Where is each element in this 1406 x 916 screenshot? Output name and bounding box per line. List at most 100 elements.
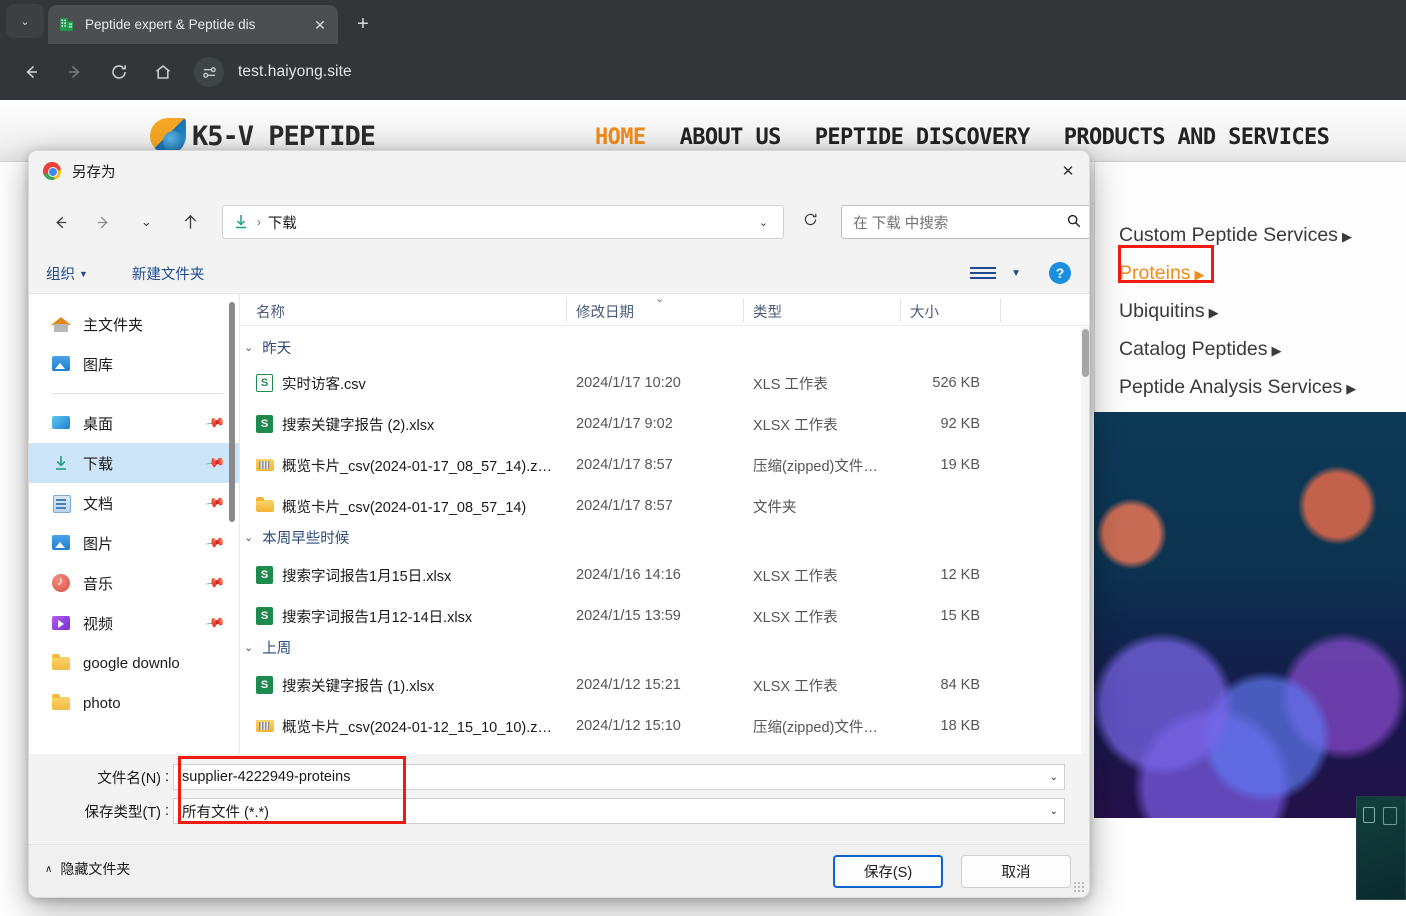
dropdown-item-custom-peptide-services[interactable]: Custom Peptide Services ▶ [1119, 224, 1352, 247]
caret-right-icon: ▶ [1208, 305, 1219, 320]
column-divider[interactable] [566, 298, 567, 322]
dropdown-item-peptide-analysis-services[interactable]: Peptide Analysis Services ▶ [1119, 376, 1356, 399]
column-divider[interactable] [900, 298, 901, 322]
nav-item-about-us[interactable]: ABOUT US [680, 125, 782, 150]
new-folder-button[interactable]: 新建文件夹 [132, 263, 205, 284]
new-tab-button[interactable]: + [348, 9, 378, 39]
recent-locations-button[interactable]: ⌄ [132, 207, 161, 237]
address-bar[interactable]: › 下载 ⌄ [221, 205, 785, 239]
column-header-name[interactable]: 名称 [256, 301, 285, 322]
sidebar-item-music[interactable]: 音乐 📌 [29, 563, 239, 603]
navigation-pane: 主文件夹 图库 桌面 📌 下载 📌 文档 📌 图片 📌 ♪ 音乐 📌 视频 📌 … [29, 294, 239, 755]
sidebar-item-desktop[interactable]: 桌面 📌 [29, 403, 239, 443]
sidebar-item-documents[interactable]: 文档 📌 [29, 483, 239, 523]
breadcrumb-path[interactable]: 下载 [268, 212, 750, 233]
hide-folders-button[interactable]: ∧ 隐藏文件夹 [45, 859, 130, 879]
filetype-row: 保存类型(T) : 所有文件 (*.*) ⌄ [29, 798, 1065, 824]
home-button[interactable] [146, 55, 180, 89]
xls-icon: S [256, 374, 274, 392]
dropdown-label: Catalog Peptides [1119, 338, 1268, 360]
file-list-scrollbar[interactable] [1081, 327, 1089, 755]
filename-input[interactable]: supplier-4222949-proteins ⌄ [173, 764, 1065, 790]
table-row[interactable]: S 搜索字词报告1月15日.xlsx 2024/1/16 14:16 XLSX … [240, 558, 1089, 592]
sidebar-item-pictures[interactable]: 图片 📌 [29, 523, 239, 563]
up-one-level-button[interactable] [176, 207, 205, 237]
tab-title: Peptide expert & Peptide dis [85, 17, 256, 32]
forward-button[interactable] [58, 55, 92, 89]
chevron-down-icon: ⌄ [20, 15, 30, 28]
file-type: XLSX 工作表 [753, 417, 838, 434]
tab-search-button[interactable]: ⌄ [6, 4, 44, 38]
sidebar-item-downloads[interactable]: 下载 📌 [29, 443, 239, 483]
column-divider[interactable] [1000, 298, 1001, 322]
filetype-select[interactable]: 所有文件 (*.*) ⌄ [173, 798, 1065, 824]
sidebar-item-videos[interactable]: 视频 📌 [29, 603, 239, 643]
reload-button[interactable] [102, 55, 136, 89]
cancel-button[interactable]: 取消 [961, 855, 1071, 888]
chevron-down-icon[interactable]: ⌄ [1042, 806, 1058, 817]
close-icon[interactable]: ✕ [310, 15, 330, 35]
column-header-size[interactable]: 大小 [910, 301, 939, 322]
table-row[interactable]: S 搜索关键字报告 (2).xlsx 2024/1/17 9:02 XLSX 工… [240, 407, 1089, 441]
browser-tab[interactable]: Peptide expert & Peptide dis ✕ [48, 5, 338, 44]
file-group-header[interactable]: ⌄ 昨天 [244, 334, 291, 360]
file-type: XLS 工作表 [753, 376, 828, 393]
table-row[interactable]: 概览卡片_csv(2024-01-12_15_10_10).z… 2024/1/… [240, 709, 1089, 743]
column-header-type[interactable]: 类型 [753, 301, 782, 322]
back-button[interactable] [14, 55, 48, 89]
table-row[interactable]: S 搜索关键字报告 (1).xlsx 2024/1/12 15:21 XLSX … [240, 668, 1089, 702]
organize-button[interactable]: 组织 ▼ [46, 263, 88, 284]
hero-thumbnail[interactable] [1356, 796, 1406, 900]
sidebar-item-home-folder[interactable]: 主文件夹 [29, 304, 239, 344]
file-group-header[interactable]: ⌄ 本周早些时候 [244, 524, 349, 550]
dialog-body: 主文件夹 图库 桌面 📌 下载 📌 文档 📌 图片 📌 ♪ 音乐 📌 视频 📌 … [29, 293, 1089, 755]
dropdown-item-proteins[interactable]: Proteins ▶ [1119, 262, 1205, 285]
chevron-down-icon[interactable]: ▼ [1011, 268, 1021, 279]
sidebar-item-label: 主文件夹 [83, 316, 144, 334]
save-button[interactable]: 保存(S) [833, 855, 943, 888]
chevron-down-icon[interactable]: ⌄ [1042, 772, 1058, 783]
dialog-back-button[interactable] [46, 207, 75, 237]
music-icon [51, 573, 71, 593]
resize-grip[interactable] [1073, 881, 1085, 893]
close-icon[interactable]: ✕ [1045, 151, 1089, 191]
label-colon: : [164, 769, 170, 785]
sidebar-scrollbar-thumb[interactable] [229, 302, 235, 522]
table-row[interactable]: 概览卡片_csv(2024-01-17_08_57_14).z… 2024/1/… [240, 448, 1089, 482]
sidebar-item-gallery[interactable]: 图库 [29, 344, 239, 384]
tab-strip: ⌄ Peptide expert & Peptide dis ✕ + [0, 0, 1406, 44]
chevron-down-icon[interactable]: ⌄ [750, 216, 777, 229]
table-row[interactable]: S 搜索字词报告1月12-14日.xlsx 2024/1/15 13:59 XL… [240, 599, 1089, 633]
sidebar-item-photo[interactable]: photo [29, 683, 239, 723]
dialog-title: 另存为 [72, 164, 116, 181]
column-headers: 名称 修改日期 ⌄ 类型 大小 [240, 293, 1089, 326]
dialog-forward-button[interactable] [89, 207, 118, 237]
nav-item-home[interactable]: HOME [595, 125, 646, 150]
site-settings-icon[interactable] [194, 57, 224, 87]
search-box[interactable]: 在 下载 中搜索 [841, 205, 1089, 239]
save-as-dialog: 另存为 ✕ ⌄ › 下载 ⌄ 在 下载 中搜索 组织 ▼ 新建文件夹 ▼ ? 主… [28, 150, 1090, 898]
omnibox[interactable]: test.haiyong.site [194, 54, 1406, 90]
dropdown-item-catalog-peptides[interactable]: Catalog Peptides ▶ [1119, 338, 1282, 361]
file-group-header[interactable]: ⌄ 上周 [244, 634, 291, 660]
table-row[interactable]: 概览卡片_csv(2024-01-17_08_57_14) 2024/1/17 … [240, 489, 1089, 523]
url-text[interactable]: test.haiyong.site [238, 63, 352, 81]
dialog-refresh-button[interactable] [798, 211, 823, 233]
documents-icon [51, 493, 71, 513]
column-divider[interactable] [743, 298, 744, 322]
sidebar-item-label: 音乐 [83, 575, 114, 593]
search-input[interactable]: 在 下载 中搜索 [853, 212, 1066, 233]
search-icon [1066, 213, 1082, 232]
view-options-button[interactable] [970, 262, 996, 284]
browser-toolbar: test.haiyong.site [0, 44, 1406, 100]
nav-item-peptide-discovery[interactable]: PEPTIDE DISCOVERY [815, 125, 1031, 150]
table-row[interactable]: S 实时访客.csv 2024/1/17 10:20 XLS 工作表 526 K… [240, 366, 1089, 400]
sidebar-item-google-download[interactable]: google downlo [29, 643, 239, 683]
dropdown-item-ubiquitins[interactable]: Ubiquitins ▶ [1119, 300, 1219, 323]
nav-item-products-and-services[interactable]: PRODUCTS AND SERVICES [1064, 125, 1330, 150]
caret-right-icon: ▶ [1341, 229, 1352, 244]
column-header-date-modified[interactable]: 修改日期 [576, 301, 634, 322]
dialog-navbar: ⌄ › 下载 ⌄ 在 下载 中搜索 [29, 191, 1089, 253]
help-button[interactable]: ? [1049, 262, 1071, 284]
scrollbar-thumb[interactable] [1082, 329, 1089, 377]
